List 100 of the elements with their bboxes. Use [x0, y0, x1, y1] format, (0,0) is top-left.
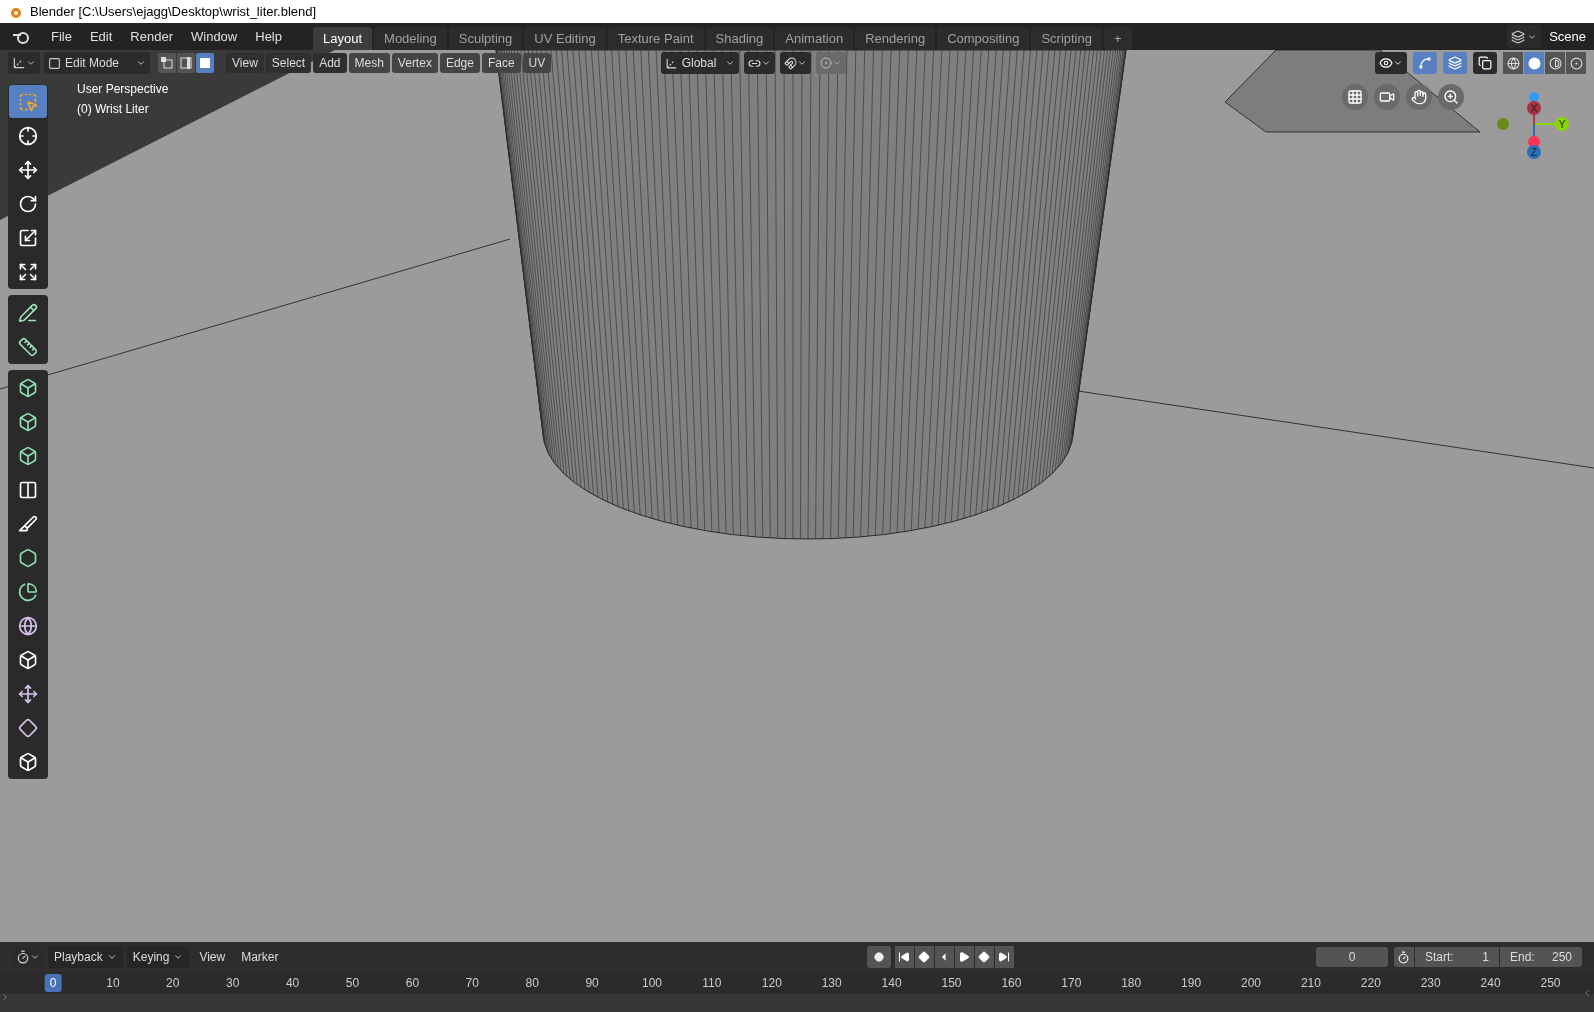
- playback-button[interactable]: [894, 946, 914, 968]
- viewport-menu[interactable]: Vertex: [391, 53, 438, 73]
- caret-icon: [106, 952, 117, 962]
- cube-icon: [18, 649, 38, 670]
- timeline-menu[interactable]: View: [193, 948, 232, 966]
- caret-icon: [760, 58, 771, 68]
- viewport-info-text: User Perspective: [77, 82, 169, 97]
- workspace-tab[interactable]: Animation: [775, 27, 854, 50]
- preview-range-button[interactable]: [1394, 947, 1414, 967]
- menu-item[interactable]: File: [42, 26, 81, 47]
- frame-number: 170: [1060, 975, 1083, 992]
- stopwatch-icon: [1397, 950, 1411, 964]
- select-mode-button[interactable]: [196, 53, 214, 73]
- menu-item[interactable]: Window: [182, 26, 247, 47]
- frame-number: 10: [105, 975, 121, 992]
- move-icon: [18, 683, 38, 704]
- wireframe-sphere-icon: [1506, 56, 1520, 70]
- caret-icon: [796, 58, 807, 68]
- viewport-menu[interactable]: Face: [481, 53, 521, 73]
- timeline-dropdown[interactable]: Keying: [126, 946, 190, 968]
- scene-selector[interactable]: [1507, 25, 1542, 48]
- snap-button[interactable]: [779, 52, 811, 74]
- workspace-tab[interactable]: Compositing: [937, 27, 1030, 50]
- keyframe-back-icon: [918, 951, 931, 963]
- viewport-menu[interactable]: View: [226, 53, 264, 73]
- axis-gizmo-drawing: X Y Z: [1495, 88, 1575, 160]
- select-box-icon: [18, 91, 38, 112]
- viewport[interactable]: Edit Mode View Select Add Mesh Vertex Edge Face UV Global User Perspective (0) Wrist Liter X Y Z: [0, 50, 1594, 942]
- timeline-menu[interactable]: Marker: [235, 948, 285, 966]
- record-button[interactable]: [866, 946, 891, 968]
- skip-start-icon: [898, 951, 911, 963]
- select-mode-button[interactable]: [158, 53, 176, 73]
- toggle-button[interactable]: [1443, 52, 1467, 74]
- workspace-tab[interactable]: Shading: [705, 27, 774, 50]
- menu-item[interactable]: Help: [246, 26, 291, 47]
- playback-button[interactable]: [954, 946, 974, 968]
- workspace-tab[interactable]: Scripting: [1031, 27, 1102, 50]
- ruler-icon: [18, 336, 38, 357]
- viewport-menu[interactable]: UV: [522, 53, 552, 73]
- frame-number: 60: [404, 975, 421, 992]
- eye-icon: [1379, 56, 1393, 70]
- half-circle-icon: [1548, 56, 1562, 70]
- shading-button[interactable]: [1566, 52, 1586, 74]
- rendered-circle-icon: [1569, 56, 1583, 70]
- workspace-tab[interactable]: Sculpting: [448, 27, 523, 50]
- workspace-tab[interactable]: +: [1103, 27, 1132, 50]
- edit-mode-icon: [48, 56, 61, 70]
- playback-button[interactable]: [914, 946, 934, 968]
- end-frame-field[interactable]: End: 250: [1500, 947, 1582, 967]
- workspace-tab[interactable]: Texture Paint: [607, 27, 704, 50]
- editor-type-button[interactable]: [8, 52, 40, 74]
- app-logo-icon: [12, 29, 30, 44]
- scale-icon: [18, 227, 38, 248]
- loop-cut-icon: [18, 479, 38, 500]
- timeline-dropdown[interactable]: Playback: [48, 946, 123, 968]
- workspace-tab[interactable]: UV Editing: [524, 27, 606, 50]
- playback-button[interactable]: [934, 946, 954, 968]
- playback-button[interactable]: [974, 946, 994, 968]
- viewport-menu[interactable]: Add: [313, 53, 347, 73]
- workspace-tab[interactable]: Layout: [313, 27, 373, 50]
- shading-button[interactable]: [1503, 52, 1523, 74]
- playback-button[interactable]: [994, 946, 1014, 968]
- start-frame-field[interactable]: Start: 1: [1415, 947, 1499, 967]
- viewport-menu[interactable]: Select: [265, 53, 312, 73]
- mode-dropdown[interactable]: Edit Mode: [44, 52, 150, 74]
- caret-icon: [173, 952, 184, 962]
- orientation-dropdown[interactable]: Global: [660, 52, 739, 74]
- pivot-button[interactable]: [743, 52, 775, 74]
- toggle-button[interactable]: [1473, 52, 1497, 74]
- scene-name[interactable]: Scene: [1545, 26, 1590, 47]
- shading-button[interactable]: [1545, 52, 1565, 74]
- visibility-button[interactable]: [1375, 52, 1407, 74]
- frame-number: 150: [940, 975, 963, 992]
- select-mode-button[interactable]: [177, 53, 195, 73]
- sphere-icon: [18, 615, 38, 636]
- frame-number: 110: [701, 975, 723, 992]
- viewport-menu[interactable]: Mesh: [348, 53, 390, 73]
- frame-number: 140: [880, 975, 903, 992]
- solid-circle-icon: [1527, 56, 1541, 70]
- menu-item[interactable]: Edit: [80, 26, 122, 47]
- frame-number: 40: [284, 975, 301, 992]
- xray-icon: [1478, 56, 1492, 70]
- knife-icon: [18, 513, 38, 534]
- caret-icon: [831, 58, 842, 68]
- gizmo-icon: [1418, 56, 1432, 70]
- cube-icon: [18, 377, 38, 398]
- shading-button[interactable]: [1524, 52, 1544, 74]
- camera-icon: [1379, 89, 1395, 105]
- viewport-menu[interactable]: Edge: [439, 53, 480, 73]
- navigation-button[interactable]: [1438, 84, 1464, 110]
- frame-number: 250: [1539, 975, 1562, 992]
- menu-item[interactable]: Render: [121, 26, 182, 47]
- current-frame-field[interactable]: 0: [1316, 947, 1388, 967]
- cube-icon: [18, 445, 38, 466]
- frame-number: 190: [1180, 975, 1203, 992]
- workspace-tab[interactable]: Modeling: [374, 27, 447, 50]
- toggle-button[interactable]: [1413, 52, 1437, 74]
- frame-number[interactable]: 0: [44, 974, 62, 992]
- workspace-tab[interactable]: Rendering: [855, 27, 936, 50]
- overlays-icon: [1448, 56, 1462, 70]
